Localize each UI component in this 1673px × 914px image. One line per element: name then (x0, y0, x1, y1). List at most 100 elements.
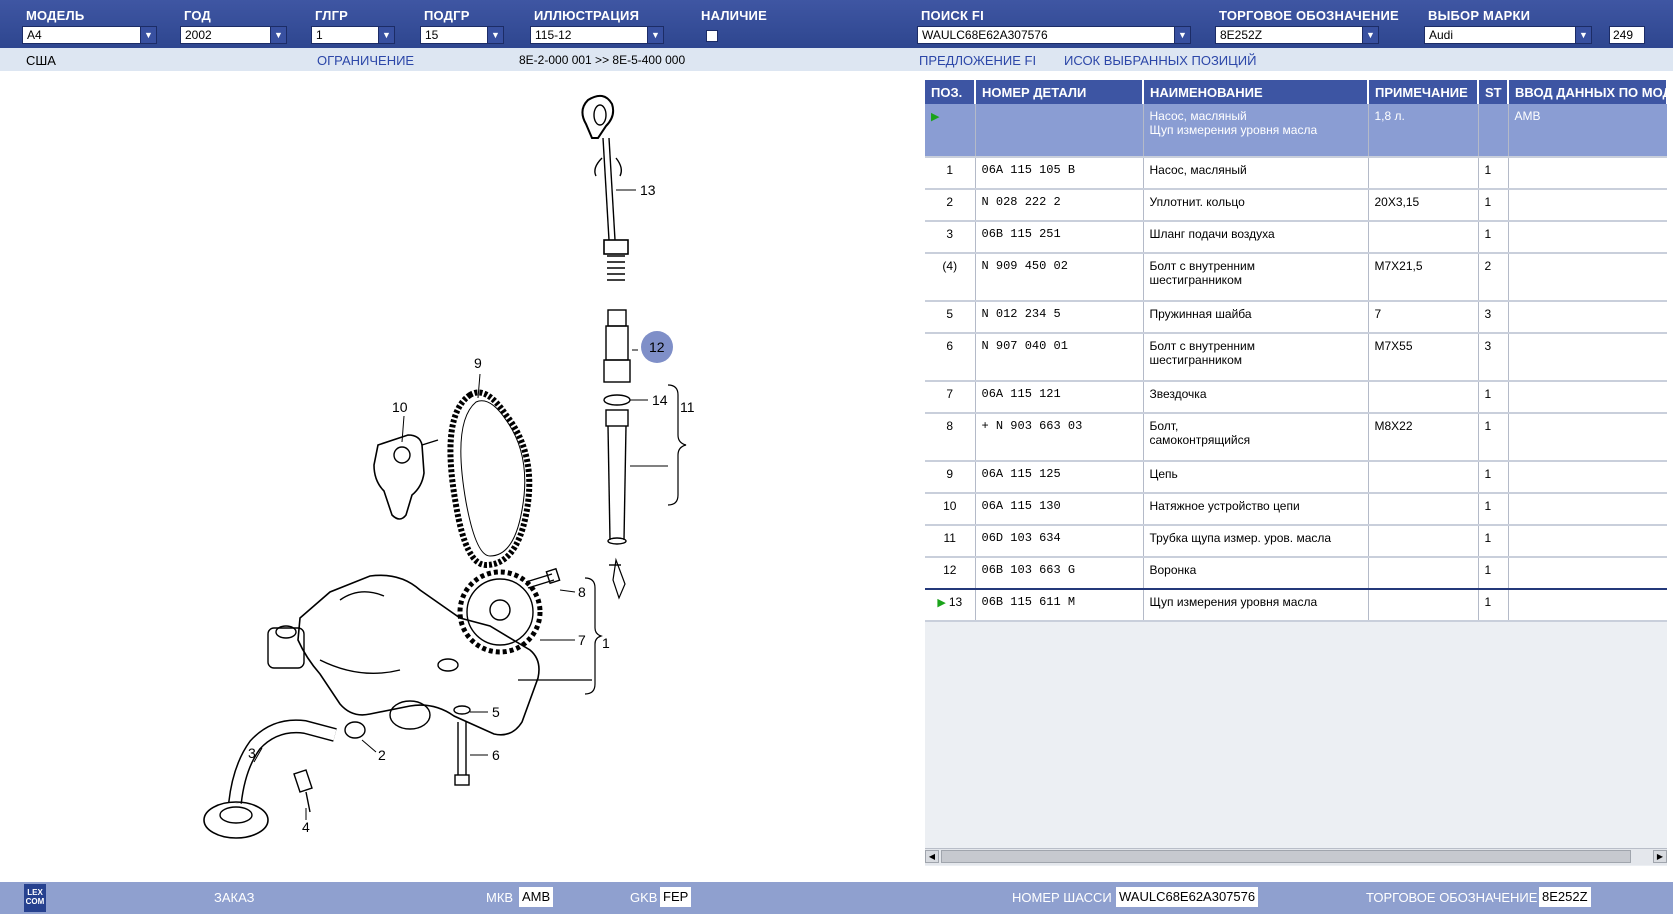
column-header-name[interactable]: НАИМЕНОВАНИЕ (1143, 80, 1369, 104)
part-number-cell: N 028 222 2 (975, 189, 1144, 222)
column-header-note[interactable]: ПРИМЕЧАНИЕ (1368, 80, 1479, 104)
scroll-right-icon[interactable]: ▶ (1653, 850, 1667, 863)
chain-tensioner-part[interactable] (373, 434, 439, 520)
model-data-cell (1508, 333, 1667, 382)
trade-designation-footer-label: ТОРГОВОЕ ОБОЗНАЧЕНИЕ (1366, 890, 1538, 905)
bolt-4-part[interactable] (293, 769, 313, 813)
table-row[interactable]: 9 06A 115 125 Цепь 1 (925, 461, 1667, 494)
chevron-down-icon[interactable]: ▼ (487, 27, 503, 43)
column-header-part-number[interactable]: НОМЕР ДЕТАЛИ (975, 80, 1144, 104)
group-part-cell (975, 104, 1144, 158)
column-header-st[interactable]: ST (1478, 80, 1509, 104)
search-fi-label: ПОИСК FI (921, 8, 984, 23)
chevron-down-icon[interactable]: ▼ (270, 27, 286, 43)
model-data-cell (1508, 461, 1667, 494)
table-row[interactable]: 6 N 907 040 01 Болт с внутренним шестигра… (925, 333, 1667, 382)
table-row[interactable]: 5 N 012 234 5 Пружинная шайба 7 3 (925, 301, 1667, 334)
st-cell: 1 (1478, 493, 1509, 526)
callout-label-12[interactable]: 12 (649, 339, 665, 355)
callout-label-14[interactable]: 14 (652, 392, 668, 408)
funnel-part[interactable] (603, 239, 631, 406)
podgr-label: ПОДГР (424, 8, 470, 23)
model-value: A4 (27, 28, 42, 42)
table-row[interactable]: (4) N 909 450 02 Болт с внутренним шестиг… (925, 253, 1667, 302)
table-row[interactable]: 7 06A 115 121 Звездочка 1 (925, 381, 1667, 414)
note-cell: 20X3,15 (1368, 189, 1479, 222)
availability-checkbox[interactable] (706, 30, 718, 42)
scrollbar-thumb[interactable] (941, 850, 1631, 863)
illustration-select[interactable]: 115-12 ▼ (530, 26, 664, 44)
suction-pipe-part[interactable] (203, 719, 337, 839)
note-cell (1368, 556, 1479, 590)
glgr-select[interactable]: 1 ▼ (311, 26, 395, 44)
table-row[interactable]: 3 06B 115 251 Шланг подачи воздуха 1 (925, 221, 1667, 254)
brand-select[interactable]: Audi ▼ (1424, 26, 1592, 44)
callout-label-10[interactable]: 10 (392, 399, 408, 415)
group-marker: ▶ (925, 104, 976, 158)
callout-label-2[interactable]: 2 (378, 747, 386, 763)
count-field: 249 (1609, 26, 1645, 44)
glgr-label: ГЛГР (315, 8, 349, 23)
callout-label-7[interactable]: 7 (578, 632, 586, 648)
sprocket-part[interactable] (457, 569, 543, 655)
part-number-cell: 06D 103 634 (975, 525, 1144, 558)
part-number-cell: N 012 234 5 (975, 301, 1144, 334)
callout-label-6[interactable]: 6 (492, 747, 500, 763)
table-row[interactable]: 1 06A 115 105 B Насос, масляный 1 (925, 157, 1667, 190)
year-select[interactable]: 2002 ▼ (180, 26, 287, 44)
table-row[interactable]: ▶ 13 06B 115 611 M Щуп измерения уровня м… (925, 589, 1667, 622)
bolt-8-part[interactable] (525, 567, 561, 589)
chevron-down-icon[interactable]: ▼ (378, 27, 394, 43)
group-model-cell: AMB (1508, 104, 1667, 158)
callout-label-8[interactable]: 8 (578, 584, 586, 600)
chevron-down-icon[interactable]: ▼ (1174, 27, 1190, 43)
table-row[interactable]: 11 06D 103 634 Трубка щупа измер. уров. м… (925, 525, 1667, 558)
column-header-pos[interactable]: ПОЗ. (925, 80, 976, 104)
range-label: 8E-2-000 001 >> 8E-5-400 000 (519, 53, 686, 67)
callout-label-11[interactable]: 11 (680, 399, 695, 415)
table-row[interactable]: 10 06A 115 130 Натяжное устройство цепи 1 (925, 493, 1667, 526)
scroll-left-icon[interactable]: ◀ (925, 850, 939, 863)
trade-designation-footer-value: 8E252Z (1539, 887, 1591, 907)
podgr-select[interactable]: 15 ▼ (420, 26, 504, 44)
table-row[interactable]: 12 06B 103 663 G Воронка 1 (925, 556, 1667, 590)
callout-label-9[interactable]: 9 (474, 355, 482, 371)
name-cell: Болт с внутренним шестигранником (1143, 253, 1369, 302)
chassis-value: WAULC68E62A307576 (1116, 887, 1259, 907)
chevron-down-icon[interactable]: ▼ (140, 27, 156, 43)
offer-fi-link[interactable]: ПРЕДЛОЖЕНИЕ FI (919, 53, 1036, 68)
column-header-model-data[interactable]: ВВОД ДАННЫХ ПО МОДЕЛИ (1508, 80, 1667, 104)
table-row[interactable]: 8 + N 903 663 03 Болт, самоконтрящийся M8X2… (925, 413, 1667, 462)
model-select[interactable]: A4 ▼ (22, 26, 157, 44)
table-header-row: ПОЗ. НОМЕР ДЕТАЛИ НАИМЕНОВАНИЕ ПРИМЕЧАНИ… (925, 80, 1667, 104)
model-data-cell (1508, 381, 1667, 414)
chevron-down-icon[interactable]: ▼ (1362, 27, 1378, 43)
order-link[interactable]: ЗАКАЗ (214, 890, 254, 905)
pos-cell: (4) (925, 253, 976, 302)
callout-label-4[interactable]: 4 (302, 819, 310, 835)
model-data-cell (1508, 189, 1667, 222)
callout-label-5[interactable]: 5 (492, 704, 500, 720)
pos-cell: ▶ 13 (925, 589, 976, 622)
dipstick-tube-part[interactable] (605, 409, 629, 600)
dipstick-part[interactable] (581, 94, 623, 241)
model-data-cell (1508, 493, 1667, 526)
restriction-link[interactable]: ОГРАНИЧЕНИЕ (317, 53, 414, 68)
o-ring-part[interactable] (344, 721, 366, 739)
search-fi-select[interactable]: WAULC68E62A307576 ▼ (917, 26, 1191, 44)
callout-label-3[interactable]: 3 (248, 745, 256, 761)
chain-part[interactable] (447, 389, 533, 569)
callout-label-1[interactable]: 1 (602, 635, 610, 651)
trade-designation-select[interactable]: 8E252Z ▼ (1215, 26, 1379, 44)
group-row[interactable]: ▶ Насос, масляный Щуп измерения уровня м… (925, 104, 1667, 158)
chevron-down-icon[interactable]: ▼ (1575, 27, 1591, 43)
chevron-down-icon[interactable]: ▼ (647, 27, 663, 43)
st-cell: 1 (1478, 413, 1509, 462)
callout-label-13[interactable]: 13 (640, 182, 656, 198)
pos-cell: 11 (925, 525, 976, 558)
model-data-cell (1508, 556, 1667, 590)
table-row[interactable]: 2 N 028 222 2 Уплотнит. кольцо 20X3,15 1 (925, 189, 1667, 222)
horizontal-scrollbar[interactable]: ◀ ▶ (925, 848, 1667, 865)
part-number-cell: 06B 115 611 M (975, 589, 1144, 622)
selected-positions-link[interactable]: ИСОК ВЫБРАННЫХ ПОЗИЦИЙ (1064, 53, 1256, 68)
